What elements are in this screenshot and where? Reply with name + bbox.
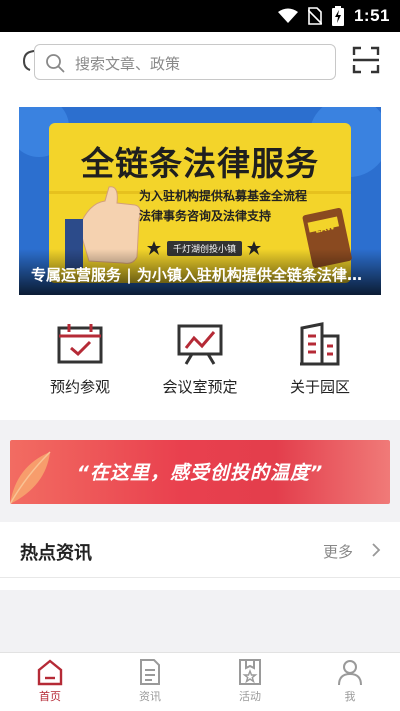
chevron-right-icon[interactable] (371, 543, 381, 557)
search-placeholder: 搜索文章、政策 (75, 55, 181, 73)
banner-headline: 全链条法律服务 (81, 144, 319, 183)
promo-text: “在这里，感受创投的温度” (76, 462, 324, 484)
status-bar: 1:51 (0, 0, 400, 32)
nav-news[interactable]: 资讯 (100, 658, 200, 704)
quick-actions: 预约参观 会议室预定 关于园区 (0, 310, 400, 420)
quick-action-about-park[interactable]: 关于园区 (260, 322, 380, 397)
battery-charging-icon (331, 6, 344, 26)
scan-icon[interactable] (352, 46, 380, 74)
nav-home[interactable]: 首页 (0, 658, 100, 704)
presentation-board-icon (177, 324, 223, 365)
nav-label: 活动 (239, 690, 261, 703)
hot-news-header: 热点资讯 更多 (0, 522, 400, 578)
user-icon (338, 660, 362, 686)
banner-carousel[interactable]: 全链条法律服务 LAW 为入驻机构提供私募基金全流程 法律事务咨询及法律支持 千… (19, 107, 381, 295)
no-sim-icon (307, 7, 322, 25)
banner-caption: 专属运营服务 | 为小镇入驻机构提供全链条法律服务 (31, 266, 371, 284)
banner-subline-2: 法律事务咨询及法律支持 (139, 209, 272, 223)
nav-label: 首页 (39, 690, 61, 703)
header: 搜索文章、政策 (0, 32, 400, 92)
building-icon (300, 322, 340, 366)
section-divider (0, 590, 400, 652)
bottom-nav: 首页 资讯 活动 我 (0, 652, 400, 711)
quick-action-label: 预约参观 (49, 378, 110, 396)
banner-subline-1: 为入驻机构提供私募基金全流程 (139, 189, 308, 203)
wifi-icon (277, 8, 298, 23)
home-icon (37, 659, 63, 686)
quick-action-meeting-room[interactable]: 会议室预定 (140, 322, 260, 397)
status-icons: 1:51 (277, 0, 390, 32)
nav-label: 我 (344, 690, 356, 703)
section-title: 热点资讯 (20, 543, 92, 564)
document-icon (140, 659, 160, 685)
status-time: 1:51 (353, 6, 390, 25)
quick-action-visit[interactable]: 预约参观 (20, 322, 140, 397)
more-link[interactable]: 更多 (323, 541, 353, 562)
search-icon (46, 54, 65, 73)
nav-me[interactable]: 我 (300, 658, 400, 704)
quick-action-label: 会议室预定 (162, 378, 238, 396)
promo-banner[interactable]: “在这里，感受创投的温度” (10, 440, 390, 504)
bookmark-star-icon (239, 659, 261, 685)
quick-action-label: 关于园区 (289, 378, 350, 396)
search-input[interactable]: 搜索文章、政策 (34, 44, 336, 80)
nav-activities[interactable]: 活动 (200, 658, 300, 704)
nav-label: 资讯 (139, 690, 161, 703)
calendar-check-icon (57, 324, 103, 364)
